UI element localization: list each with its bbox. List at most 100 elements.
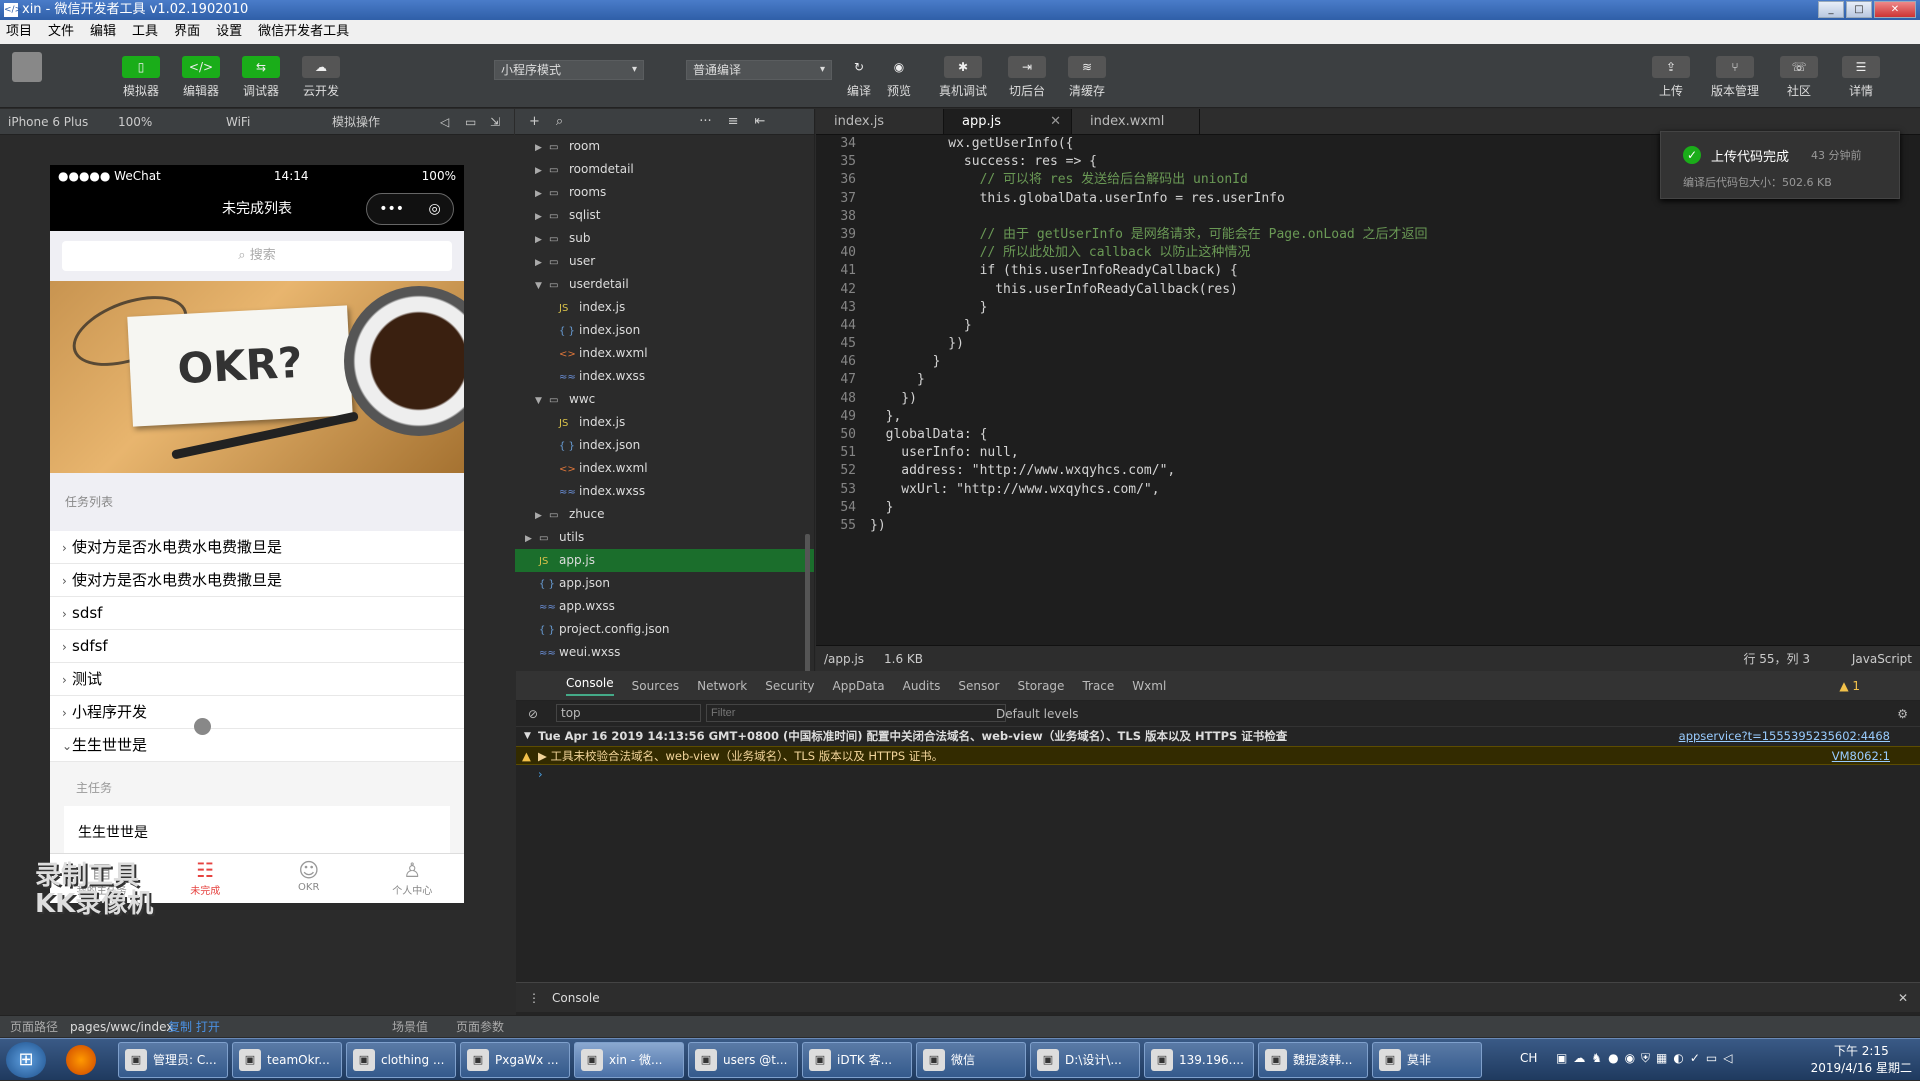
tab-index-js[interactable]: index.js: [816, 109, 944, 134]
context-select[interactable]: top: [556, 704, 701, 722]
console-prompt[interactable]: ›: [516, 765, 1920, 784]
taskbar-app[interactable]: ▣ 魏提凌韩...: [1258, 1042, 1368, 1078]
folder-item[interactable]: ▶ ▭ roomdetail: [515, 158, 814, 181]
taskbar-app[interactable]: ▣ iDTK 客...: [802, 1042, 912, 1078]
tab-sources[interactable]: Sources: [632, 679, 679, 693]
console-filter-input[interactable]: [706, 704, 1006, 722]
menu-project[interactable]: 项目: [6, 20, 32, 44]
file-item[interactable]: ≈≈ index.wxss: [515, 480, 814, 503]
code-line[interactable]: 49 },: [816, 408, 1920, 426]
levels-select[interactable]: Default levels: [996, 701, 1078, 727]
gear-icon[interactable]: ⚙: [1897, 701, 1908, 727]
list-item[interactable]: › 使对方是否水电费水电费撒旦是: [50, 564, 464, 597]
code-area[interactable]: 34 wx.getUserInfo({35 success: res => {3…: [816, 135, 1920, 645]
volume-icon[interactable]: ◁: [440, 109, 449, 135]
menu-wechat-devtools[interactable]: 微信开发者工具: [258, 20, 349, 44]
more-icon[interactable]: •••: [379, 187, 404, 231]
warning-count[interactable]: ▲ 1: [1839, 679, 1860, 693]
preview-button[interactable]: ◉ 预览: [874, 56, 924, 99]
close-icon[interactable]: ✕: [1050, 109, 1061, 135]
taskbar-app[interactable]: ▣ 管理员: C...: [118, 1042, 228, 1078]
expand-icon[interactable]: ▼: [524, 727, 531, 746]
file-item[interactable]: JS index.js: [515, 411, 814, 434]
code-line[interactable]: 41 if (this.userInfoReadyCallback) {: [816, 262, 1920, 280]
list-item[interactable]: › 测试: [50, 663, 464, 696]
details-button[interactable]: ☰ 详情: [1836, 56, 1886, 99]
menu-view[interactable]: 界面: [174, 20, 200, 44]
simulator-toggle[interactable]: ▯ 模拟器: [116, 56, 166, 99]
code-line[interactable]: 55}): [816, 517, 1920, 535]
taskbar-app[interactable]: ▣ D:\设计\...: [1030, 1042, 1140, 1078]
code-line[interactable]: 47 }: [816, 371, 1920, 389]
list-item[interactable]: › sdfsf: [50, 630, 464, 663]
search-input[interactable]: ⌕ 搜索: [62, 241, 452, 271]
sim-ops-select[interactable]: 模拟操作: [332, 109, 380, 135]
minimize-button[interactable]: _: [1818, 1, 1844, 18]
tab-okr[interactable]: ☺ OKR: [257, 854, 361, 903]
menu-file[interactable]: 文件: [48, 20, 74, 44]
clock[interactable]: 下午 2:15 2019/4/16 星期二: [1811, 1042, 1912, 1076]
tab-wxml[interactable]: Wxml: [1132, 679, 1166, 693]
tab-network[interactable]: Network: [697, 679, 747, 693]
add-icon[interactable]: +: [529, 114, 540, 129]
maximize-button[interactable]: □: [1846, 1, 1872, 18]
tab-appdata[interactable]: AppData: [833, 679, 885, 693]
taskbar-app[interactable]: ▣ 莫非: [1372, 1042, 1482, 1078]
code-line[interactable]: 50 globalData: {: [816, 426, 1920, 444]
avatar[interactable]: [12, 52, 42, 82]
folder-item[interactable]: ▶ ▭ sub: [515, 227, 814, 250]
tray-icons[interactable]: ▣☁♞●◉⛨▦◐✓▭◁: [1556, 1051, 1738, 1066]
taskbar-app[interactable]: ▣ xin - 微...: [574, 1042, 684, 1078]
code-line[interactable]: 44 }: [816, 317, 1920, 335]
folder-item[interactable]: ▶ ▭ zhuce: [515, 503, 814, 526]
code-line[interactable]: 38: [816, 208, 1920, 226]
folder-item[interactable]: ▼ ▭ wwc: [515, 388, 814, 411]
device-select[interactable]: iPhone 6 Plus: [8, 109, 88, 135]
code-line[interactable]: 48 }): [816, 390, 1920, 408]
taskbar-app[interactable]: ▣ 139.196....: [1144, 1042, 1254, 1078]
file-item[interactable]: JS index.js: [515, 296, 814, 319]
list-item[interactable]: › sdsf: [50, 597, 464, 630]
folder-item[interactable]: ▶ ▭ user: [515, 250, 814, 273]
file-item[interactable]: { } project.config.json: [515, 618, 814, 641]
code-line[interactable]: 42 this.userInfoReadyCallback(res): [816, 281, 1920, 299]
search-icon[interactable]: ⌕: [556, 114, 563, 129]
folder-item[interactable]: ▶ ▭ rooms: [515, 181, 814, 204]
menu-tools[interactable]: 工具: [132, 20, 158, 44]
menu-edit[interactable]: 编辑: [90, 20, 116, 44]
capsule-button[interactable]: ••• ◎: [366, 193, 454, 225]
drawer-console-tab[interactable]: Console: [552, 983, 600, 1013]
file-item[interactable]: <> index.wxml: [515, 457, 814, 480]
editor-toggle[interactable]: </> 编辑器: [176, 56, 226, 99]
cloud-dev-button[interactable]: ☁ 云开发: [296, 56, 346, 99]
file-item[interactable]: <> index.wxml: [515, 342, 814, 365]
remote-debug-button[interactable]: ✱ 真机调试: [938, 56, 988, 99]
folder-item[interactable]: ▶ ▭ utils: [515, 526, 814, 549]
tab-incomplete[interactable]: ☷ 未完成: [154, 854, 258, 903]
code-line[interactable]: 40 // 所以此处加入 callback 以防止这种情况: [816, 244, 1920, 262]
lang-indicator[interactable]: CH: [1520, 1051, 1537, 1065]
file-item[interactable]: { } index.json: [515, 434, 814, 457]
tab-sensor[interactable]: Sensor: [958, 679, 999, 693]
file-item[interactable]: ≈≈ app.wxss: [515, 595, 814, 618]
compile-mode-select[interactable]: 普通编译: [686, 60, 832, 80]
code-line[interactable]: 53 wxUrl: "http://www.wxqyhcs.com/",: [816, 481, 1920, 499]
scrollbar[interactable]: [805, 534, 810, 671]
folder-item[interactable]: ▶ ▭ room: [515, 135, 814, 158]
tab-security[interactable]: Security: [765, 679, 814, 693]
taskbar-app[interactable]: ▣ PxgaWx ...: [460, 1042, 570, 1078]
clear-console-icon[interactable]: ⊘: [528, 701, 538, 727]
taskbar-app[interactable]: ▣ 微信: [916, 1042, 1026, 1078]
list-item[interactable]: › 小程序开发: [50, 696, 464, 729]
tab-app-js[interactable]: app.js ✕: [944, 109, 1072, 134]
more-icon[interactable]: ···: [699, 114, 711, 129]
browser-icon[interactable]: [66, 1045, 96, 1075]
log-source-link[interactable]: VM8062:1: [1832, 747, 1890, 766]
taskbar-app[interactable]: ▣ teamOkr...: [232, 1042, 342, 1078]
file-item[interactable]: JS app.js: [515, 549, 814, 572]
network-select[interactable]: WiFi: [226, 109, 250, 135]
tab-storage[interactable]: Storage: [1017, 679, 1064, 693]
code-line[interactable]: 43 }: [816, 299, 1920, 317]
code-line[interactable]: 46 }: [816, 353, 1920, 371]
tab-audits[interactable]: Audits: [903, 679, 941, 693]
